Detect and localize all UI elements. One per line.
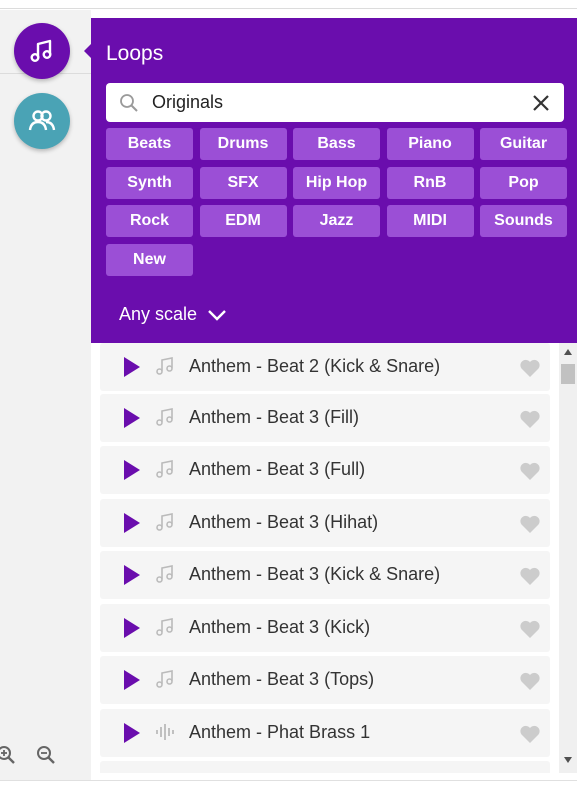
loop-item[interactable]: Anthem - Beat 3 (Kick) — [100, 604, 550, 652]
heart-icon[interactable] — [519, 358, 541, 378]
filter-chips: Beats Drums Bass Piano Guitar Synth SFX … — [106, 128, 567, 276]
scroll-up-arrow[interactable] — [564, 349, 572, 355]
play-icon[interactable] — [124, 460, 140, 480]
close-icon[interactable] — [532, 94, 550, 112]
filter-chip-new[interactable]: New — [106, 243, 193, 276]
people-icon — [28, 110, 56, 131]
filter-chip-edm[interactable]: EDM — [199, 205, 287, 237]
filter-chip-drums[interactable]: Drums — [199, 128, 287, 160]
heart-icon[interactable] — [519, 461, 541, 481]
heart-icon[interactable] — [519, 724, 541, 744]
filter-chip-hip-hop[interactable]: Hip Hop — [293, 166, 380, 199]
scale-dropdown[interactable]: Any scale — [119, 304, 227, 325]
loop-item[interactable]: Anthem - Beat 3 (Hihat) — [100, 499, 550, 547]
music-note-icon — [156, 565, 173, 583]
loop-item[interactable]: Anthem - Phat Brass 1 — [100, 709, 550, 757]
scroll-down-arrow[interactable] — [564, 757, 572, 763]
heart-icon[interactable] — [519, 409, 541, 429]
loop-title: Anthem - Beat 3 (Full) — [189, 459, 366, 479]
filter-chip-guitar[interactable]: Guitar — [480, 128, 567, 160]
loop-item[interactable]: Anthem - Beat 3 (Kick & Snare) — [100, 551, 550, 599]
filter-chip-piano[interactable]: Piano — [386, 128, 474, 160]
music-note-icon — [156, 357, 173, 375]
filter-chip-midi[interactable]: MIDI — [386, 205, 474, 237]
loops-tab-button[interactable] — [14, 23, 70, 79]
heart-icon[interactable] — [519, 671, 541, 691]
play-icon[interactable] — [124, 723, 140, 743]
filter-chip-synth[interactable]: Synth — [106, 166, 193, 199]
heart-icon[interactable] — [519, 514, 541, 534]
heart-icon[interactable] — [519, 619, 541, 639]
loop-title: Anthem - Beat 3 (Kick & Snare) — [189, 564, 441, 584]
loop-item[interactable]: Anthem - Beat 2 (Kick & Snare) — [100, 343, 550, 391]
music-notes-icon — [30, 39, 52, 63]
play-icon[interactable] — [124, 618, 140, 638]
play-icon[interactable] — [124, 565, 140, 585]
loop-title: Anthem - Beat 2 (Kick & Snare) — [189, 356, 441, 376]
bottom-strip — [0, 780, 577, 792]
filter-chip-rock[interactable]: Rock — [106, 205, 193, 237]
search-box — [106, 83, 564, 122]
collaborate-tab-button[interactable] — [14, 93, 70, 149]
play-icon[interactable] — [124, 408, 140, 428]
loop-title: Anthem - Phat Brass 1 — [189, 722, 371, 742]
filter-chip-bass[interactable]: Bass — [293, 128, 380, 160]
loop-title: Anthem - Beat 3 (Kick) — [189, 617, 371, 637]
loop-list: Anthem - Beat 2 (Kick & Snare) Anthem - … — [91, 343, 577, 773]
scroll-thumb[interactable] — [561, 364, 575, 384]
music-note-icon — [156, 513, 173, 531]
scale-label: Any scale — [119, 304, 198, 324]
filter-chip-beats[interactable]: Beats — [106, 128, 193, 160]
loop-title: Anthem - Beat 3 (Fill) — [189, 407, 360, 427]
waveform-icon — [156, 724, 174, 740]
music-note-icon — [156, 408, 173, 426]
search-input[interactable] — [152, 83, 512, 122]
music-note-icon — [156, 670, 173, 688]
play-icon[interactable] — [124, 670, 140, 690]
music-note-icon — [156, 618, 173, 636]
filter-chip-rnb[interactable]: RnB — [386, 166, 474, 199]
loop-title: Anthem - Beat 3 (Hihat) — [189, 512, 379, 532]
filter-chip-jazz[interactable]: Jazz — [293, 205, 380, 237]
play-icon[interactable] — [124, 513, 140, 533]
zoom-out-icon[interactable] — [36, 745, 56, 765]
loops-panel: Loops Beats Drums Bass Piano Guitar Synt… — [91, 18, 577, 343]
scrollbar[interactable] — [559, 343, 577, 773]
filter-chip-sfx[interactable]: SFX — [199, 166, 287, 199]
zoom-in-icon[interactable] — [0, 745, 16, 765]
music-note-icon — [156, 460, 173, 478]
loop-item[interactable]: Anthem - Beat 3 (Fill) — [100, 394, 550, 442]
heart-icon[interactable] — [519, 566, 541, 586]
loop-item[interactable]: Anthem - Beat 3 (Tops) — [100, 656, 550, 704]
top-strip — [0, 0, 577, 9]
panel-title: Loops — [106, 42, 164, 65]
filter-chip-sounds[interactable]: Sounds — [480, 205, 567, 237]
loop-item-partial[interactable] — [100, 761, 550, 773]
loop-item[interactable]: Anthem - Beat 3 (Full) — [100, 446, 550, 494]
chevron-down-icon — [208, 309, 226, 321]
search-icon — [120, 94, 138, 112]
play-icon[interactable] — [124, 357, 140, 377]
filter-chip-pop[interactable]: Pop — [480, 166, 567, 199]
loop-title: Anthem - Beat 3 (Tops) — [189, 669, 375, 689]
